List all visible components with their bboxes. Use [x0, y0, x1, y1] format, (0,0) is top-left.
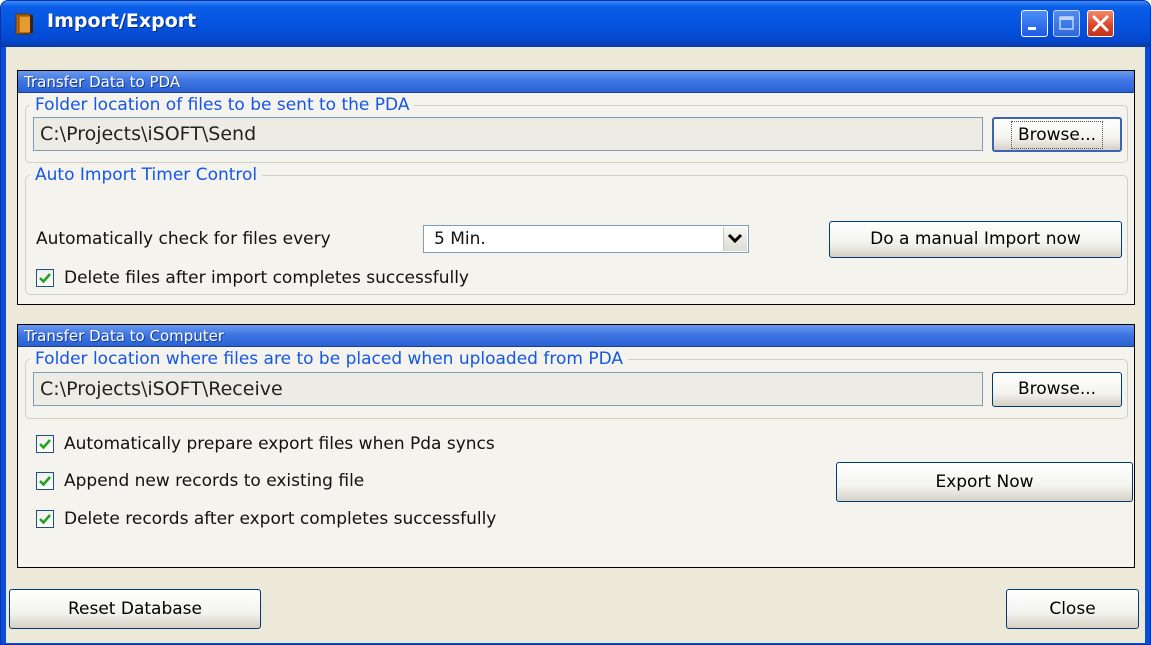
pda-section-header: Transfer Data to PDA — [18, 71, 1134, 93]
delete-records-checkbox[interactable] — [36, 510, 54, 528]
minimize-icon — [1028, 27, 1036, 30]
pda-browse-label: Browse... — [1010, 121, 1104, 149]
close-button[interactable]: Close — [1006, 589, 1139, 629]
computer-section-header: Transfer Data to Computer — [18, 325, 1134, 347]
check-interval-select[interactable]: 5 Min. — [423, 225, 749, 253]
auto-import-timer-legend: Auto Import Timer Control — [35, 165, 258, 185]
reset-database-label: Reset Database — [67, 599, 202, 619]
check-mark-icon — [39, 476, 51, 487]
computer-browse-button[interactable]: Browse... — [992, 372, 1122, 407]
check-interval-value: 5 Min. — [434, 229, 486, 249]
check-interval-label: Automatically check for files every — [36, 229, 331, 249]
pda-folder-path-field[interactable]: C:\Projects\iSOFT\Send — [33, 117, 983, 151]
delete-files-label[interactable]: Delete files after import completes succ… — [64, 268, 469, 288]
manual-import-label: Do a manual Import now — [870, 229, 1081, 249]
chevron-down-icon[interactable] — [723, 227, 747, 251]
auto-prepare-export-checkbox[interactable] — [36, 435, 54, 453]
folder-book-icon — [15, 13, 35, 35]
pda-folder-legend: Folder location of files to be sent to t… — [35, 95, 410, 115]
pda-transfer-section: Transfer Data to PDA Folder location of … — [17, 70, 1135, 305]
computer-folder-legend: Folder location where files are to be pl… — [35, 349, 624, 369]
close-icon — [1092, 15, 1109, 32]
delete-files-checkbox[interactable] — [36, 269, 54, 287]
computer-folder-path-field[interactable]: C:\Projects\iSOFT\Receive — [33, 372, 983, 406]
window-title: Import/Export — [47, 10, 197, 32]
maximize-button[interactable] — [1053, 10, 1080, 37]
append-records-checkbox[interactable] — [36, 472, 54, 490]
delete-records-label[interactable]: Delete records after export completes su… — [64, 509, 496, 529]
dialog-client-area: Transfer Data to PDA Folder location of … — [6, 47, 1145, 643]
check-mark-icon — [39, 514, 51, 525]
minimize-button[interactable] — [1021, 10, 1048, 37]
maximize-icon — [1059, 16, 1074, 30]
append-records-label[interactable]: Append new records to existing file — [64, 471, 364, 491]
import-export-window: Import/Export Transfer Data to PDA Folde… — [0, 0, 1151, 645]
title-bar[interactable]: Import/Export — [1, 1, 1150, 47]
auto-prepare-export-label[interactable]: Automatically prepare export files when … — [64, 434, 495, 454]
close-window-button[interactable] — [1087, 10, 1114, 37]
check-mark-icon — [39, 439, 51, 450]
computer-transfer-section: Transfer Data to Computer Folder locatio… — [17, 324, 1135, 568]
check-mark-icon — [39, 273, 51, 284]
computer-browse-label: Browse... — [1017, 379, 1097, 399]
pda-browse-button[interactable]: Browse... — [992, 117, 1122, 152]
export-now-button[interactable]: Export Now — [836, 462, 1133, 502]
close-label: Close — [1049, 599, 1096, 619]
manual-import-button[interactable]: Do a manual Import now — [829, 221, 1122, 258]
export-now-label: Export Now — [935, 472, 1034, 492]
reset-database-button[interactable]: Reset Database — [9, 589, 261, 629]
